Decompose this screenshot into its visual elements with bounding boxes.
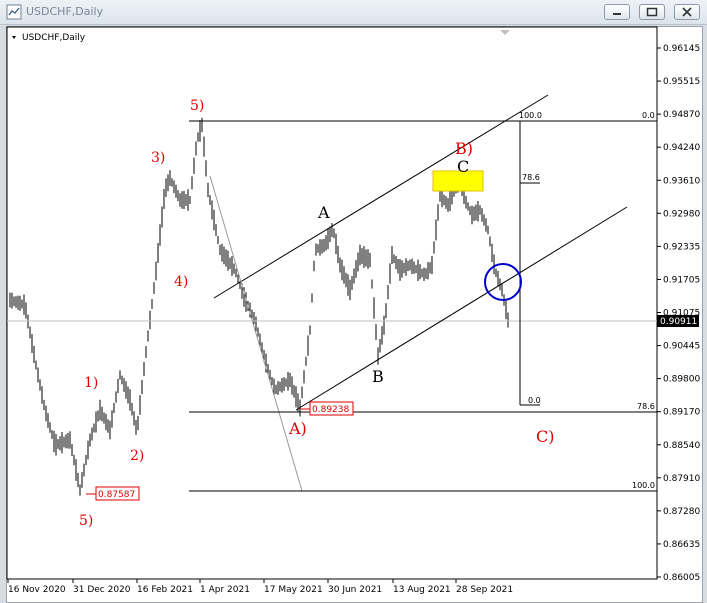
y-axis-tick-label: 0.89800 bbox=[663, 375, 700, 385]
price-box-value: 0.89238 bbox=[312, 405, 349, 415]
y-axis: 0.96145 0.95515 0.94870 0.94240 0.93610 0.929… bbox=[657, 44, 700, 583]
y-axis-tick-label: 0.95515 bbox=[663, 77, 700, 87]
wave-label: 1) bbox=[84, 375, 98, 391]
wave-label: B) bbox=[455, 139, 473, 158]
y-axis-tick-label: 0.87280 bbox=[663, 507, 700, 517]
y-axis-tick-label: 0.91705 bbox=[663, 275, 700, 285]
price-chart: USDCHF,Daily 100.0 78.6 0.0 0.0 78.6 100… bbox=[6, 26, 700, 595]
y-axis-tick-label: 0.86005 bbox=[663, 573, 700, 583]
symbol-label: USDCHF,Daily bbox=[22, 33, 86, 43]
wave-label: B bbox=[372, 367, 384, 386]
wave-label: 2) bbox=[130, 448, 144, 464]
current-price-value: 0.90911 bbox=[660, 317, 697, 327]
channel-upper-line bbox=[213, 94, 549, 299]
y-axis-tick-label: 0.90445 bbox=[663, 342, 700, 352]
y-axis-tick-label: 0.96145 bbox=[663, 44, 700, 54]
trend-line bbox=[209, 175, 303, 492]
fib-label: 0.0 bbox=[642, 111, 655, 120]
symbol-arrow-icon bbox=[12, 36, 16, 39]
x-axis-tick-label: 16 Nov 2020 bbox=[8, 585, 66, 595]
wave-label: 5) bbox=[79, 513, 93, 529]
fib-label: 100.0 bbox=[519, 111, 542, 120]
x-axis-tick-label: 17 May 2021 bbox=[264, 585, 323, 595]
channel-lower-line bbox=[295, 206, 628, 411]
fib-label: 78.6 bbox=[522, 173, 540, 182]
x-axis-tick-label: 31 Dec 2020 bbox=[73, 585, 131, 595]
y-axis-tick-label: 0.92335 bbox=[663, 242, 700, 252]
x-axis-tick-label: 13 Aug 2021 bbox=[393, 585, 451, 595]
x-axis-tick-label: 28 Sep 2021 bbox=[456, 585, 513, 595]
x-axis: 16 Nov 2020 31 Dec 2020 16 Feb 2021 1 Apr 2… bbox=[7, 579, 513, 595]
wave-label: C bbox=[457, 157, 469, 176]
y-axis-tick-label: 0.88540 bbox=[663, 441, 700, 451]
wave-label: A) bbox=[288, 419, 307, 438]
y-axis-tick-label: 0.93610 bbox=[663, 176, 700, 186]
breakout-circle bbox=[484, 263, 522, 301]
wave-label: 3) bbox=[151, 150, 165, 166]
fib-label: 100.0 bbox=[632, 481, 655, 490]
y-axis-tick-label: 0.89170 bbox=[663, 408, 700, 418]
y-axis-tick-label: 0.87910 bbox=[663, 474, 700, 484]
x-axis-tick-label: 1 Apr 2021 bbox=[200, 585, 250, 595]
x-axis-tick-label: 30 Jun 2021 bbox=[328, 585, 382, 595]
price-box-value: 0.87587 bbox=[98, 490, 135, 500]
wave-label: C) bbox=[536, 427, 554, 446]
y-axis-tick-label: 0.86635 bbox=[663, 540, 700, 550]
y-axis-tick-label: 0.92980 bbox=[663, 209, 700, 219]
y-axis-tick-label: 0.94240 bbox=[663, 143, 700, 153]
fib-label: 78.6 bbox=[637, 402, 655, 411]
wave-label: A bbox=[317, 203, 330, 222]
y-axis-tick-label: 0.94870 bbox=[663, 110, 700, 120]
wave-label: 5) bbox=[190, 98, 204, 114]
fib-label: 0.0 bbox=[528, 396, 541, 405]
scroll-marker-icon bbox=[500, 30, 510, 35]
wave-label: 4) bbox=[174, 274, 188, 290]
x-axis-tick-label: 16 Feb 2021 bbox=[137, 585, 193, 595]
